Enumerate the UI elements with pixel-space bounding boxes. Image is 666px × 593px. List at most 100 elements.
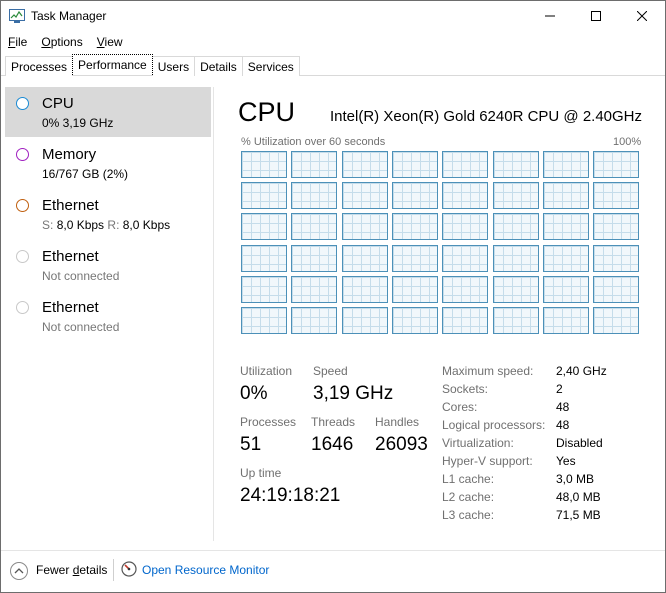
logical-processor-graph	[291, 182, 338, 210]
cpu-indicator-icon	[16, 97, 29, 110]
menu-file[interactable]: File	[1, 32, 34, 52]
logical-processor-graph	[391, 307, 438, 334]
logical-processor-graph	[492, 182, 539, 210]
logical-processor-graph	[593, 307, 640, 334]
fewer-details-button[interactable]	[10, 562, 28, 580]
speed-value: 3,19 GHz	[313, 383, 394, 404]
menu-bar: File Options View	[1, 32, 130, 52]
sidebar-item-detail: 16/767 GB (2%)	[42, 167, 129, 181]
utilization-label: Utilization	[240, 364, 293, 378]
logical-processor-graphs[interactable]	[241, 151, 641, 339]
logical-processor-graph	[241, 182, 287, 210]
sidebar-item-ethernet-2[interactable]: Ethernet Not connected	[5, 240, 211, 290]
ethernet-indicator-icon	[16, 301, 29, 314]
open-resource-monitor-link[interactable]: Open Resource Monitor	[142, 563, 269, 577]
close-button[interactable]	[619, 1, 665, 31]
spec-value: 48	[556, 400, 570, 414]
logical-processor-graph	[291, 275, 338, 303]
page-title: CPU	[238, 97, 296, 127]
logical-processor-graph	[542, 151, 589, 178]
logical-processor-graph	[391, 151, 438, 178]
logical-processor-graph	[542, 213, 589, 241]
sidebar-item-label: CPU	[42, 95, 74, 112]
menu-options[interactable]: Options	[34, 32, 89, 52]
sidebar-item-ethernet-3[interactable]: Ethernet Not connected	[5, 291, 211, 341]
spec-label: L3 cache:	[442, 508, 495, 522]
logical-processor-graph	[341, 182, 388, 210]
logical-processor-graph	[492, 244, 539, 272]
fewer-details-link[interactable]: Fewer details	[36, 563, 107, 577]
logical-processor-graph	[442, 244, 489, 272]
logical-processor-graph	[492, 307, 539, 334]
spec-value: 3,0 MB	[556, 472, 595, 486]
utilization-value: 0%	[240, 383, 268, 404]
spec-label: L2 cache:	[442, 490, 495, 504]
sidebar-item-detail: 0% 3,19 GHz	[42, 116, 114, 130]
logical-processor-graph	[341, 275, 388, 303]
logical-processor-graph	[241, 275, 287, 303]
threads-value: 1646	[311, 434, 354, 455]
logical-processor-graph	[241, 244, 287, 272]
sidebar-item-label: Ethernet	[42, 299, 99, 316]
tab-performance[interactable]: Performance	[72, 54, 153, 75]
sidebar-item-detail: Not connected	[42, 269, 120, 283]
spec-label: Logical processors:	[442, 418, 546, 432]
logical-processor-graph	[593, 244, 640, 272]
logical-processor-graph	[442, 182, 489, 210]
spec-value: 2	[556, 382, 563, 396]
logical-processor-graph	[241, 307, 287, 334]
logical-processor-graph	[341, 307, 388, 334]
logical-processor-graph	[542, 182, 589, 210]
logical-processor-graph	[492, 275, 539, 303]
spec-value: 2,40 GHz	[556, 364, 607, 378]
maximize-button[interactable]	[573, 1, 619, 31]
logical-processor-graph	[542, 307, 589, 334]
memory-indicator-icon	[16, 148, 29, 161]
sidebar-item-memory[interactable]: Memory 16/767 GB (2%)	[5, 138, 211, 188]
logical-processor-graph	[391, 213, 438, 241]
logical-processor-graph	[492, 151, 539, 178]
tab-processes[interactable]: Processes	[5, 56, 74, 76]
sidebar-item-ethernet-1[interactable]: Ethernet S: 8,0 Kbps R: 8,0 Kbps	[5, 189, 211, 239]
tab-details[interactable]: Details	[194, 56, 243, 76]
spec-value: 48,0 MB	[556, 490, 601, 504]
logical-processor-graph	[593, 151, 640, 178]
logical-processor-graph	[291, 244, 338, 272]
processes-value: 51	[240, 434, 262, 455]
spec-label: Hyper-V support:	[442, 454, 533, 468]
panel-divider	[213, 87, 214, 541]
ethernet-indicator-icon	[16, 250, 29, 263]
spec-label: Virtualization:	[442, 436, 514, 450]
cpu-model: Intel(R) Xeon(R) Gold 6240R CPU @ 2.40GH…	[330, 108, 643, 125]
footer-separator	[113, 559, 114, 581]
sidebar-item-detail: S: 8,0 Kbps R: 8,0 Kbps	[42, 218, 171, 232]
logical-processor-graph	[442, 307, 489, 334]
ethernet-indicator-icon	[16, 199, 29, 212]
tab-users[interactable]: Users	[151, 56, 196, 76]
logical-processor-graph	[241, 151, 287, 178]
logical-processor-graph	[391, 275, 438, 303]
spec-label: Sockets:	[442, 382, 489, 396]
resource-list: CPU 0% 3,19 GHz Memory 16/767 GB (2%) Et…	[5, 87, 211, 541]
logical-processor-graph	[593, 213, 640, 241]
close-icon	[637, 11, 647, 21]
footer-bar: Fewer details Open Resource Monitor	[1, 550, 665, 592]
logical-processor-graph	[241, 213, 287, 241]
title-bar: Task Manager	[1, 1, 665, 31]
spec-value: 71,5 MB	[556, 508, 601, 522]
uptime-label: Up time	[240, 466, 282, 480]
sidebar-item-cpu[interactable]: CPU 0% 3,19 GHz	[5, 87, 211, 137]
logical-processor-graph	[542, 275, 589, 303]
logical-processor-graph	[492, 213, 539, 241]
menu-view[interactable]: View	[90, 32, 130, 52]
logical-processor-graph	[391, 244, 438, 272]
spec-label: Maximum speed:	[442, 364, 534, 378]
logical-processor-graph	[391, 182, 438, 210]
sidebar-item-detail: Not connected	[42, 320, 120, 334]
logical-processor-graph	[593, 182, 640, 210]
chevron-up-icon	[14, 568, 24, 574]
uptime-value: 24:19:18:21	[240, 485, 341, 506]
graph-max-label: 100%	[613, 136, 642, 148]
minimize-button[interactable]	[527, 1, 573, 31]
tab-services[interactable]: Services	[241, 56, 300, 76]
